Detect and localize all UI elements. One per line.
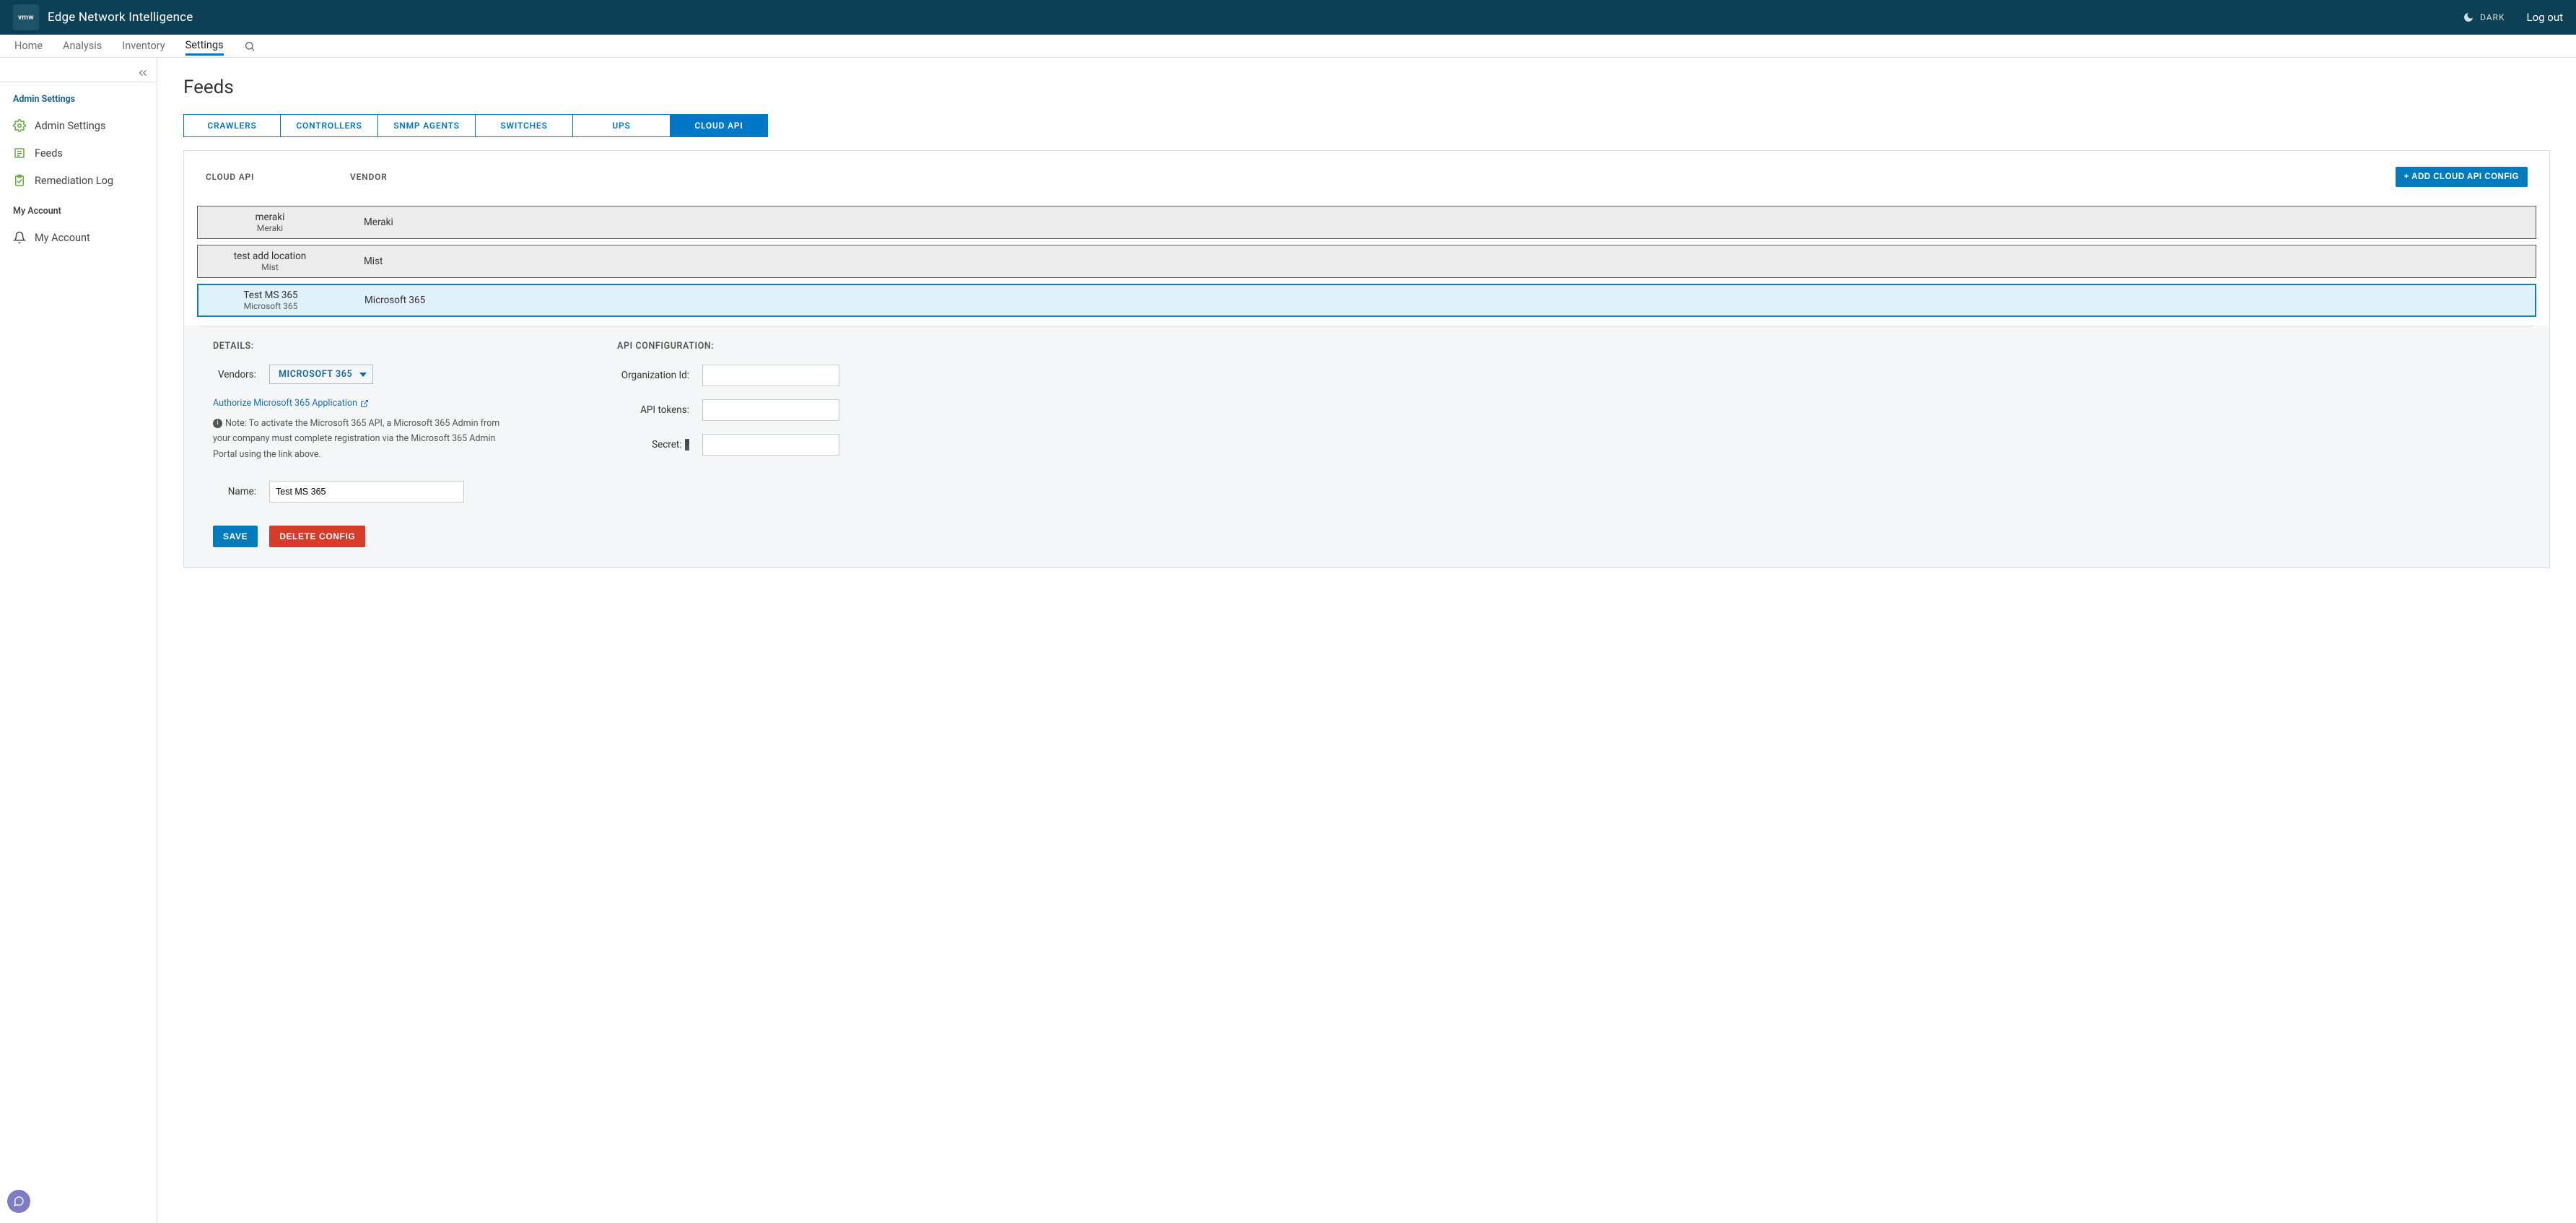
tab-ups[interactable]: UPS [573, 114, 671, 137]
row-vendor: Mist [342, 256, 383, 267]
info-icon: i [213, 419, 222, 428]
row-name: Test MS 365 [198, 290, 343, 301]
authorize-link-label: Authorize Microsoft 365 Application [213, 398, 357, 409]
nav-home[interactable]: Home [14, 37, 43, 55]
sidebar-item-feeds[interactable]: Feeds [0, 139, 157, 167]
list-icon [13, 147, 26, 160]
feed-tabs: CRAWLERS CONTROLLERS SNMP AGENTS SWITCHE… [183, 114, 2550, 137]
help-icon[interactable]: ? [685, 439, 689, 451]
add-cloud-api-button[interactable]: + ADD CLOUD API CONFIG [2396, 167, 2528, 187]
delete-config-button[interactable]: DELETE CONFIG [269, 526, 365, 547]
logout-link[interactable]: Log out [2526, 11, 2563, 24]
col-header-cloud-api: CLOUD API [206, 172, 350, 182]
api-row-meraki[interactable]: meraki Meraki Meraki [197, 206, 2536, 239]
row-name: test add location [198, 251, 342, 262]
gear-icon [13, 119, 26, 132]
col-header-vendor: VENDOR [350, 172, 494, 182]
name-label: Name: [213, 486, 256, 497]
dark-mode-toggle[interactable]: DARK [2463, 12, 2505, 23]
note-text: iNote: To activate the Microsoft 365 API… [213, 416, 502, 462]
save-button[interactable]: SAVE [213, 526, 258, 547]
org-id-label: Organization Id: [617, 370, 689, 381]
help-fab[interactable] [7, 1190, 30, 1213]
nav-analysis[interactable]: Analysis [63, 37, 102, 55]
row-vendor: Meraki [342, 217, 393, 228]
sidebar-item-label: Feeds [35, 147, 63, 160]
row-sub: Microsoft 365 [198, 301, 343, 311]
external-link-icon [360, 399, 369, 408]
sidebar-item-label: My Account [35, 232, 90, 244]
sidebar-item-label: Admin Settings [35, 120, 105, 132]
row-vendor: Microsoft 365 [343, 295, 425, 306]
row-sub: Mist [198, 262, 342, 272]
nav-settings[interactable]: Settings [185, 36, 224, 56]
moon-icon [2463, 12, 2474, 23]
tab-controllers[interactable]: CONTROLLERS [281, 114, 378, 137]
content: Feeds CRAWLERS CONTROLLERS SNMP AGENTS S… [157, 58, 2576, 1223]
secret-label: Secret: [652, 439, 682, 451]
secret-input[interactable] [702, 434, 839, 456]
api-row-ms365[interactable]: Test MS 365 Microsoft 365 Microsoft 365 [197, 284, 2536, 317]
sidebar-section-account: My Account [0, 194, 157, 224]
authorize-ms365-link[interactable]: Authorize Microsoft 365 Application [213, 398, 369, 409]
search-icon[interactable] [244, 40, 256, 52]
tab-switches[interactable]: SWITCHES [476, 114, 573, 137]
details-title: DETAILS: [213, 341, 502, 352]
api-row-mist[interactable]: test add location Mist Mist [197, 245, 2536, 278]
sidebar-section-admin: Admin Settings [0, 82, 157, 112]
brand-title: Edge Network Intelligence [48, 10, 193, 25]
dark-mode-label: DARK [2480, 12, 2505, 22]
tab-crawlers[interactable]: CRAWLERS [183, 114, 281, 137]
row-sub: Meraki [198, 223, 342, 233]
api-tokens-input[interactable] [702, 399, 839, 421]
brand-logo: vmw [13, 4, 39, 30]
sidebar-item-remediation-log[interactable]: Remediation Log [0, 167, 157, 194]
row-name: meraki [198, 212, 342, 223]
vendor-select[interactable]: MICROSOFT 365 [269, 365, 373, 384]
chat-icon [13, 1196, 25, 1207]
tab-snmp-agents[interactable]: SNMP AGENTS [378, 114, 476, 137]
cloud-api-panel: CLOUD API VENDOR + ADD CLOUD API CONFIG … [183, 150, 2550, 568]
sidebar: Admin Settings Admin Settings Feeds Reme… [0, 58, 157, 1223]
tab-cloud-api[interactable]: CLOUD API [671, 114, 768, 137]
vendor-label: Vendors: [213, 369, 256, 380]
bell-icon [13, 231, 26, 244]
api-config-title: API CONFIGURATION: [617, 341, 839, 352]
nav-inventory[interactable]: Inventory [122, 37, 165, 55]
main-nav: Home Analysis Inventory Settings [0, 35, 2576, 58]
page-title: Feeds [183, 77, 2550, 98]
sidebar-item-admin-settings[interactable]: Admin Settings [0, 112, 157, 139]
sidebar-item-my-account[interactable]: My Account [0, 224, 157, 251]
topbar: vmw Edge Network Intelligence DARK Log o… [0, 0, 2576, 35]
clipboard-check-icon [13, 174, 26, 187]
sidebar-item-label: Remediation Log [35, 175, 113, 187]
sidebar-collapse-icon[interactable] [136, 66, 149, 79]
org-id-input[interactable] [702, 365, 839, 386]
name-input[interactable] [269, 481, 464, 502]
api-tokens-label: API tokens: [617, 404, 689, 416]
